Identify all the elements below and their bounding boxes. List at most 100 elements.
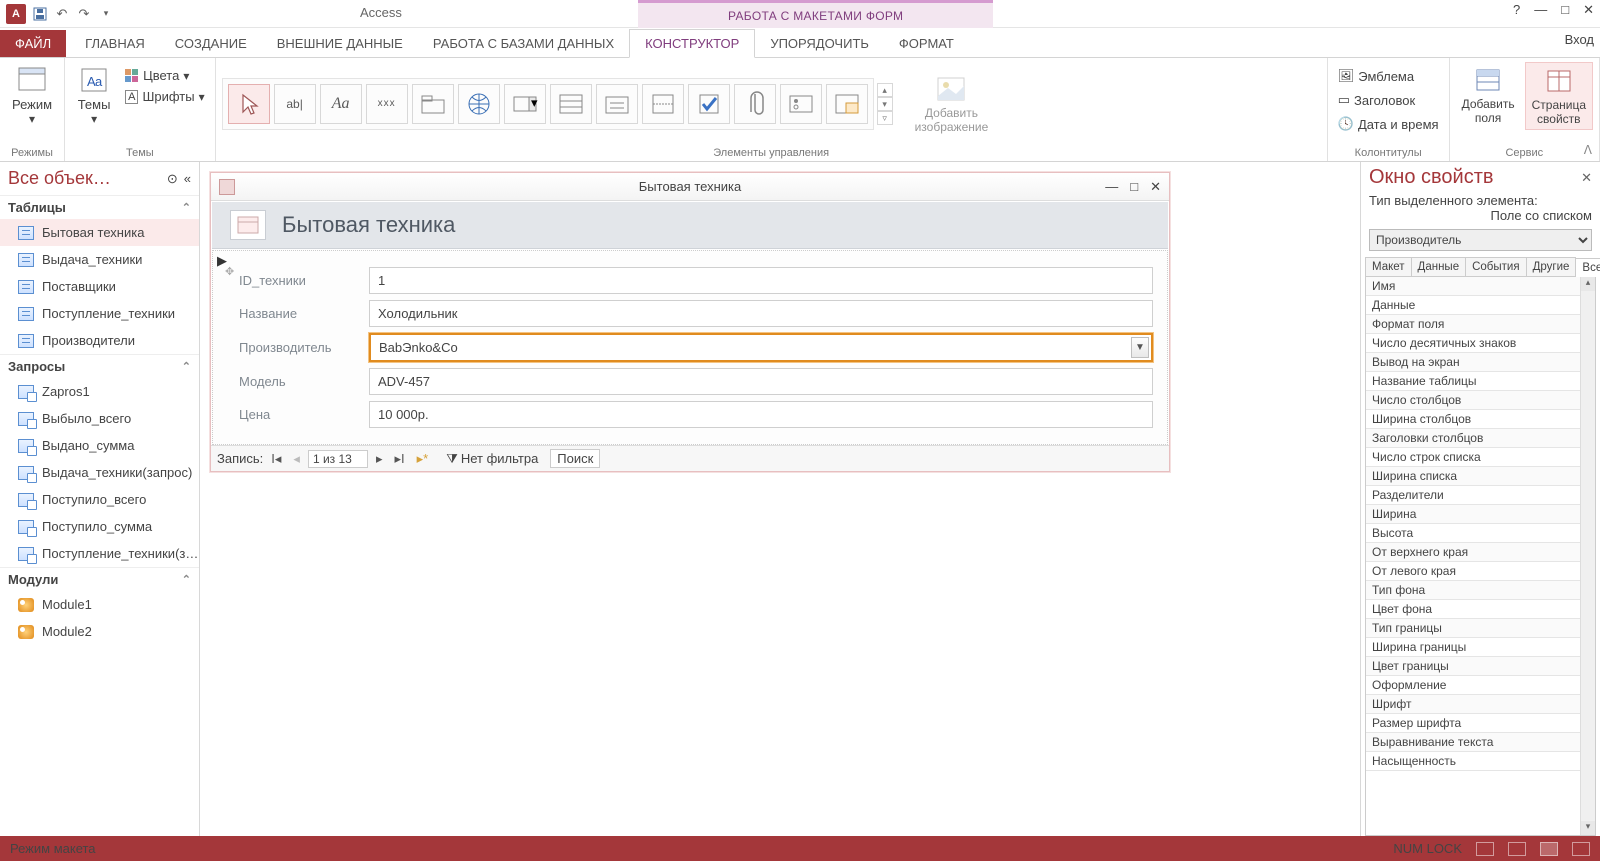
props-row[interactable]: Число десятичных знаков: [1366, 334, 1595, 353]
gallery-down-icon[interactable]: ▾: [877, 97, 893, 111]
ribbon-collapse-icon[interactable]: ᐱ: [1584, 143, 1592, 157]
close-icon[interactable]: ✕: [1583, 2, 1594, 18]
nav-item[interactable]: Module1: [0, 591, 199, 618]
props-row[interactable]: Название таблицы: [1366, 372, 1595, 391]
props-row[interactable]: Оформление: [1366, 676, 1595, 695]
nav-item[interactable]: Бытовая техника: [0, 219, 199, 246]
view-button[interactable]: Режим▾: [6, 62, 58, 129]
title-button[interactable]: ▭Заголовок: [1334, 90, 1443, 110]
tab-external[interactable]: ВНЕШНИЕ ДАННЫЕ: [262, 30, 418, 57]
field-value[interactable]: Холодильник: [369, 300, 1153, 327]
field-value[interactable]: 10 000р.: [369, 401, 1153, 428]
nav-item[interactable]: Производители: [0, 327, 199, 354]
props-row[interactable]: Цвет фона: [1366, 600, 1595, 619]
nav-group-header[interactable]: Таблицы⌃: [0, 195, 199, 219]
props-tab[interactable]: Другие: [1526, 257, 1577, 276]
colors-button[interactable]: Цвета ▾: [121, 66, 209, 85]
props-object-selector[interactable]: Производитель: [1369, 229, 1592, 251]
recnav-position[interactable]: [308, 450, 368, 468]
nav-item[interactable]: Поступило_всего: [0, 486, 199, 513]
ctl-pointer[interactable]: [228, 84, 270, 124]
scroll-up-icon[interactable]: ▴: [1581, 277, 1595, 291]
nav-item[interactable]: Zapros1: [0, 378, 199, 405]
add-fields-button[interactable]: Добавить поля: [1456, 62, 1521, 128]
ctl-pagebreak[interactable]: [642, 84, 684, 124]
ctl-hyperlink[interactable]: [458, 84, 500, 124]
recnav-last-icon[interactable]: ▸I: [390, 451, 408, 467]
nav-item[interactable]: Module2: [0, 618, 199, 645]
nav-group-header[interactable]: Модули⌃: [0, 567, 199, 591]
save-icon[interactable]: [32, 6, 48, 22]
props-row[interactable]: Ширина списка: [1366, 467, 1595, 486]
fonts-button[interactable]: AШрифты ▾: [121, 87, 209, 106]
nav-group-header[interactable]: Запросы⌃: [0, 354, 199, 378]
props-row[interactable]: Тип фона: [1366, 581, 1595, 600]
props-row[interactable]: Формат поля: [1366, 315, 1595, 334]
props-row[interactable]: Заголовки столбцов: [1366, 429, 1595, 448]
ctl-textbox[interactable]: ab|: [274, 84, 316, 124]
props-tab[interactable]: Данные: [1411, 257, 1467, 276]
view-layout-icon[interactable]: [1540, 842, 1558, 856]
nav-collapse-icon[interactable]: «: [184, 171, 191, 187]
tab-dbtools[interactable]: РАБОТА С БАЗАМИ ДАННЫХ: [418, 30, 629, 57]
themes-button[interactable]: Aa Темы▾: [71, 62, 117, 129]
tab-file[interactable]: ФАЙЛ: [0, 30, 66, 57]
props-tab[interactable]: Макет: [1365, 257, 1412, 276]
help-icon[interactable]: ?: [1513, 2, 1520, 18]
field-value[interactable]: ADV-457: [369, 368, 1153, 395]
props-row[interactable]: Насыщенность: [1366, 752, 1595, 771]
ctl-listbox[interactable]: [550, 84, 592, 124]
insert-image-button[interactable]: Добавить изображение: [909, 71, 995, 137]
props-row[interactable]: От верхнего края: [1366, 543, 1595, 562]
props-row[interactable]: Число строк списка: [1366, 448, 1595, 467]
props-row[interactable]: Цвет границы: [1366, 657, 1595, 676]
logo-button[interactable]: 🖼Эмблема: [1334, 66, 1443, 86]
recnav-first-icon[interactable]: I◂: [267, 451, 285, 467]
recnav-search[interactable]: Поиск: [550, 449, 600, 468]
ctl-tab[interactable]: [412, 84, 454, 124]
view-datasheet-icon[interactable]: [1508, 842, 1526, 856]
form-close-icon[interactable]: ✕: [1150, 179, 1161, 195]
form-max-icon[interactable]: □: [1130, 179, 1138, 195]
props-row[interactable]: Выравнивание текста: [1366, 733, 1595, 752]
props-row[interactable]: Число столбцов: [1366, 391, 1595, 410]
tab-format[interactable]: ФОРМАТ: [884, 30, 969, 57]
props-row[interactable]: Ширина: [1366, 505, 1595, 524]
tab-create[interactable]: СОЗДАНИЕ: [160, 30, 262, 57]
props-row[interactable]: Размер шрифта: [1366, 714, 1595, 733]
qat-customize-icon[interactable]: ▾: [98, 6, 114, 22]
props-scrollbar[interactable]: ▴▾: [1580, 277, 1595, 835]
datetime-button[interactable]: 🕓Дата и время: [1334, 114, 1443, 134]
ctl-attachment[interactable]: [734, 84, 776, 124]
props-row[interactable]: Ширина столбцов: [1366, 410, 1595, 429]
field-value[interactable]: 1: [369, 267, 1153, 294]
layout-handle-icon[interactable]: ✥: [225, 265, 235, 275]
props-row[interactable]: Тип границы: [1366, 619, 1595, 638]
recnav-filter[interactable]: ⧩Нет фильтра: [446, 451, 538, 467]
props-row[interactable]: Имя: [1366, 277, 1595, 296]
gallery-more-icon[interactable]: ▿: [877, 111, 893, 125]
form-min-icon[interactable]: —: [1105, 179, 1118, 195]
field-value[interactable]: BabЭnko&Co▼: [369, 333, 1153, 362]
combo-dropdown-icon[interactable]: ▼: [1131, 337, 1149, 358]
redo-icon[interactable]: ↷: [76, 6, 92, 22]
view-form-icon[interactable]: [1476, 842, 1494, 856]
ctl-button[interactable]: xxx: [366, 84, 408, 124]
app-icon[interactable]: A: [6, 4, 26, 24]
props-row[interactable]: Разделители: [1366, 486, 1595, 505]
ctl-checkbox[interactable]: [688, 84, 730, 124]
nav-item[interactable]: Поступление_техники(з…: [0, 540, 199, 567]
restore-icon[interactable]: □: [1561, 2, 1569, 18]
props-tab[interactable]: События: [1465, 257, 1526, 276]
nav-item[interactable]: Поставщики: [0, 273, 199, 300]
nav-item[interactable]: Выбыло_всего: [0, 405, 199, 432]
nav-item[interactable]: Выдача_техники: [0, 246, 199, 273]
nav-filter-icon[interactable]: ⊙: [167, 171, 178, 187]
props-row[interactable]: Ширина границы: [1366, 638, 1595, 657]
recnav-next-icon[interactable]: ▸: [372, 451, 387, 467]
ctl-subform[interactable]: [826, 84, 868, 124]
ctl-optiongroup[interactable]: [596, 84, 638, 124]
tab-design[interactable]: КОНСТРУКТОР: [629, 29, 755, 58]
props-close-icon[interactable]: ✕: [1581, 170, 1592, 186]
undo-icon[interactable]: ↶: [54, 6, 70, 22]
